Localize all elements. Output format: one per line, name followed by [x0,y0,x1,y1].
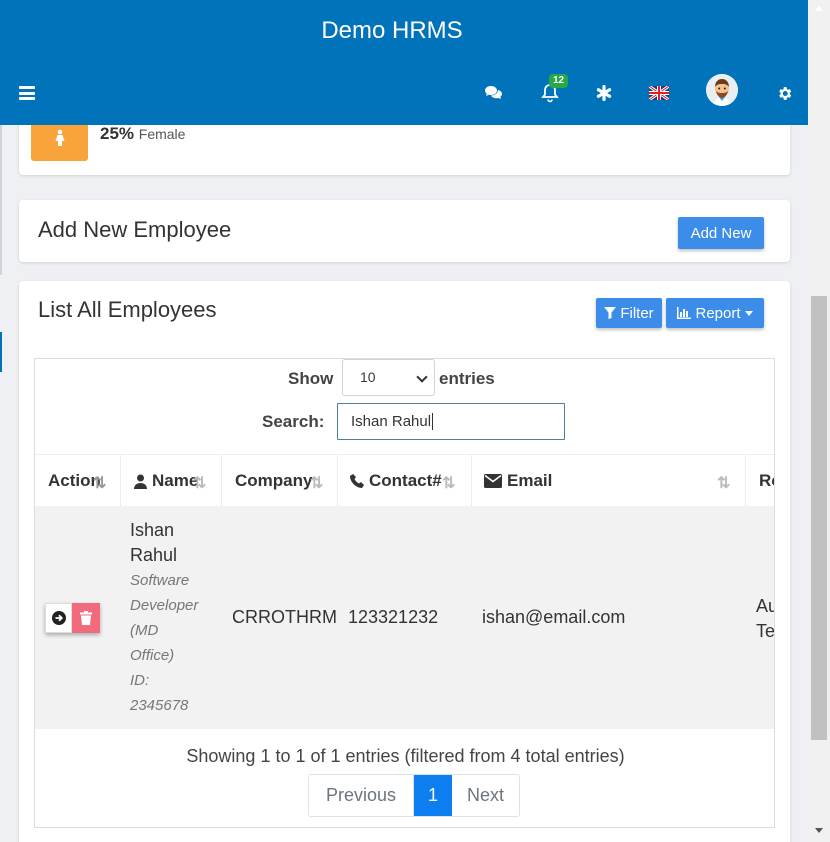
employee-id-label: ID: [130,672,150,689]
show-label: Show [288,369,334,388]
employee-id-value: 2345678 [130,697,189,714]
employee-office-2: Office) [130,647,175,664]
flag-icon[interactable] [649,82,669,104]
scroll-up-arrow[interactable] [815,6,823,11]
view-button[interactable] [45,603,72,633]
bar-chart-icon [677,307,692,319]
role-cell: Au Te [756,594,775,644]
scroll-down-arrow[interactable] [815,828,823,833]
bell-icon[interactable]: 12 [540,74,569,104]
top-navbar: Demo HRMS 12 [0,0,808,125]
sort-icon: ⇅ [193,475,207,492]
report-button[interactable]: Report [666,298,764,328]
add-employee-card: Add New Employee Add New [19,200,790,262]
col-email-label: Email [507,471,553,490]
vertical-scrollbar[interactable] [808,0,830,842]
female-label: Female [138,126,186,142]
sort-icon: ⇅ [442,475,456,492]
employee-office-1: (MD [130,622,159,639]
contact-cell: 123321232 [348,607,439,627]
role-line-2: Te [756,621,775,641]
filter-button[interactable]: Filter [596,298,662,328]
employee-list-card: List All Employees Filter Report Show 10… [19,281,790,842]
employee-list-title: List All Employees [38,297,217,322]
table-row: Ishan Rahul Software Developer (MD Offic… [35,506,775,729]
sort-icon: ⇅ [717,475,731,492]
envelope-icon [484,474,502,488]
col-name-label: Name [152,471,199,490]
company-cell: CRROTHRM [232,607,337,627]
add-new-button[interactable]: Add New [678,217,764,249]
col-role-label: Ro [759,471,774,490]
menu-icon[interactable] [18,86,36,100]
caret-down-icon [744,310,753,316]
col-email[interactable]: Email ⇅ [472,455,746,507]
sidebar-edge [0,125,2,275]
previous-page-button[interactable]: Previous [309,775,414,816]
filter-icon [604,307,617,319]
sidebar-edge-active [0,332,2,372]
vertical-scroll-thumb[interactable] [811,296,827,740]
col-contact-label: Contact# [369,471,442,490]
trash-icon [80,611,92,625]
report-label: Report [695,304,741,322]
user-icon [134,474,147,489]
arrow-circle-right-icon [51,611,66,625]
page-length-value: 10 [360,369,376,385]
asterisk-icon[interactable] [595,82,613,104]
employee-role-2: Developer [130,597,199,614]
female-stat: 25% Female [100,124,185,144]
filter-label: Filter [620,304,654,322]
col-company-label: Company [235,471,313,490]
next-page-button[interactable]: Next [452,775,519,816]
col-company[interactable]: Company ⇅ [222,455,338,507]
sort-icon: ⇅ [310,475,324,492]
email-cell: ishan@email.com [482,607,626,627]
employee-last-name[interactable]: Rahul [130,543,198,568]
col-contact[interactable]: Contact# ⇅ [338,455,472,507]
employee-first-name[interactable]: Ishan [130,518,198,543]
app-title: Demo HRMS [321,17,463,44]
delete-button[interactable] [72,603,100,633]
pagination: Previous 1 Next [308,774,520,817]
search-label: Search: [262,412,325,431]
col-role[interactable]: Ro [746,455,774,507]
entries-label: entries [439,369,495,388]
avatar[interactable] [706,74,738,106]
page-length-select[interactable]: 10 [342,359,435,396]
employees-datatable: Show 10 entries Search: Ishan Rahul Acti… [34,358,775,828]
employee-role-1: Software [130,572,190,589]
table-info: Showing 1 to 1 of 1 entries (filtered fr… [186,746,625,766]
employee-name-cell: Ishan Rahul Software Developer (MD Offic… [130,518,198,718]
chat-icon[interactable] [484,82,504,104]
row-actions [45,603,100,633]
notification-badge: 12 [549,74,569,88]
search-input[interactable]: Ishan Rahul [337,403,565,440]
col-name[interactable]: Name ⇅ [121,455,222,507]
table-header: Action ⇅ Name ⇅ Company ⇅ Contact# ⇅ Ema… [35,454,774,507]
add-employee-title: Add New Employee [38,217,232,242]
search-value: Ishan Rahul [351,413,432,430]
role-line-1: Au [756,596,774,616]
gear-icon[interactable] [775,82,793,104]
sort-icon: ⇅ [93,475,107,492]
phone-icon [350,474,364,488]
col-action[interactable]: Action ⇅ [35,455,121,507]
female-percent: 25% [100,124,135,143]
chevron-down-icon [416,371,428,383]
page-1-button[interactable]: 1 [414,775,452,816]
